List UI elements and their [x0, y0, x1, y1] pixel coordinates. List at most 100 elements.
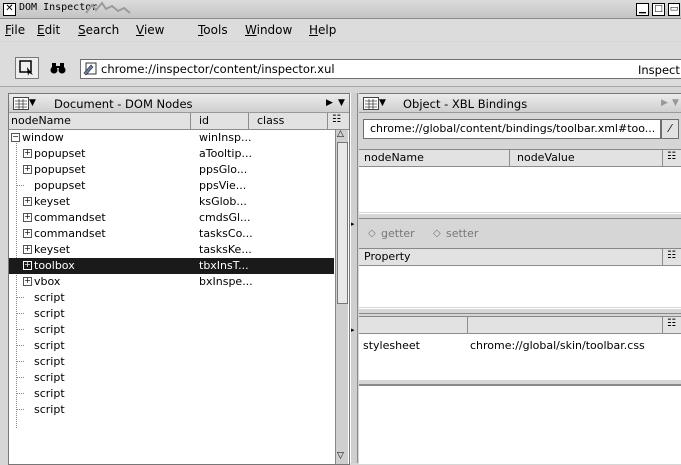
menu-bar: File Edit Search View Tools Window Help — [0, 19, 681, 41]
pane-forward-icon[interactable]: ▶ — [661, 98, 668, 108]
tree-row[interactable]: + vbox bxInspe... — [9, 274, 334, 290]
resource-value: chrome://global/skin/toolbar.css — [470, 339, 645, 352]
tree-row[interactable]: + popupset aTooltip... — [9, 146, 334, 162]
content-list: nodeName nodeValue ☷ — [359, 149, 681, 212]
url-input[interactable]: chrome://inspector/content/inspector.xul — [80, 59, 681, 79]
page-icon — [83, 62, 97, 76]
inspect-element-button[interactable] — [15, 57, 39, 79]
expand-twisty-icon[interactable]: + — [23, 165, 32, 174]
column-picker-icon[interactable]: ☷ — [667, 151, 676, 162]
menu-help[interactable]: Help — [309, 23, 336, 37]
pane-splitter[interactable]: ▸ ▸ — [350, 93, 358, 463]
expand-twisty-icon[interactable]: + — [23, 261, 32, 270]
node-name: keyset — [34, 243, 71, 256]
tree-row[interactable]: script — [9, 322, 334, 338]
window-restore-icon[interactable]: ▭ — [668, 3, 680, 16]
window-maximize-icon[interactable]: □ — [652, 3, 665, 16]
column-nodename[interactable]: nodeName — [364, 151, 424, 164]
binoculars-icon[interactable] — [50, 61, 66, 75]
tree-row[interactable]: script — [9, 338, 334, 354]
pane-menu-icon[interactable] — [363, 97, 379, 110]
expand-twisty-icon[interactable]: + — [23, 277, 32, 286]
property-filter: ◇ getter ◇ setter — [359, 221, 681, 251]
tree-row[interactable]: + keyset tasksKe... — [9, 242, 334, 258]
content-column-header: nodeName nodeValue ☷ — [359, 150, 681, 167]
tree-row[interactable]: + commandset tasksCo... — [9, 226, 334, 242]
node-name: script — [34, 339, 65, 352]
scroll-thumb[interactable] — [337, 142, 348, 304]
menu-view[interactable]: View — [136, 23, 164, 37]
tree-row[interactable]: + keyset ksGlob... — [9, 194, 334, 210]
expand-twisty-icon[interactable]: + — [23, 213, 32, 222]
tree-row[interactable]: script — [9, 370, 334, 386]
pane-menu-chevron-icon[interactable]: ▼ — [338, 98, 345, 108]
node-name: script — [34, 387, 65, 400]
column-class[interactable]: class — [257, 114, 284, 127]
tree-row[interactable]: script — [9, 386, 334, 402]
binding-dropdown-icon[interactable]: ⁄ — [661, 119, 679, 139]
tree-row[interactable]: script — [9, 402, 334, 418]
horizontal-splitter[interactable] — [359, 308, 681, 314]
pane-menu-chevron-icon[interactable]: ▼ — [672, 98, 679, 108]
dom-tree: − window winInsp... + popupset aTooltip... + po… — [9, 130, 334, 464]
setter-radio-icon[interactable]: ◇ — [433, 228, 441, 239]
resource-row[interactable]: stylesheet chrome://global/skin/toolbar.… — [359, 338, 681, 354]
inspect-button[interactable]: Inspect — [638, 63, 680, 77]
scroll-up-icon[interactable]: △ — [337, 129, 344, 139]
tree-branch-line — [17, 377, 24, 378]
node-name: script — [34, 323, 65, 336]
column-picker-icon[interactable]: ☷ — [332, 114, 341, 125]
node-name: keyset — [34, 195, 71, 208]
collapse-twisty-icon[interactable]: − — [11, 133, 20, 142]
expand-twisty-icon[interactable]: + — [23, 149, 32, 158]
tree-row[interactable]: + popupset ppsGlo... — [9, 162, 334, 178]
expand-twisty-icon[interactable]: + — [23, 229, 32, 238]
node-id: ppsGlo... — [199, 163, 248, 176]
column-separator — [662, 317, 663, 333]
tree-row[interactable]: script — [9, 306, 334, 322]
expand-twisty-icon[interactable]: + — [23, 197, 32, 206]
resource-column-header: ☷ — [359, 317, 681, 334]
tree-row[interactable]: + commandset cmdsGl... — [9, 210, 334, 226]
title-bar: ✕ DOM Inspector ▁ □ ▭ — [0, 0, 681, 19]
binding-select[interactable]: chrome://global/content/bindings/toolbar… — [363, 119, 661, 139]
column-nodevalue[interactable]: nodeValue — [517, 151, 575, 164]
horizontal-splitter[interactable] — [359, 213, 681, 219]
dom-nodes-pane: ▼ Document - DOM Nodes ▶ ▼ nodeName id c… — [8, 93, 350, 465]
column-separator — [662, 249, 663, 265]
chevron-down-icon[interactable]: ▼ — [29, 98, 36, 108]
node-name: script — [34, 307, 65, 320]
column-nodename[interactable]: nodeName — [11, 114, 71, 127]
menu-edit[interactable]: Edit — [37, 23, 60, 37]
menu-tools[interactable]: Tools — [198, 23, 228, 37]
node-name: script — [34, 371, 65, 384]
pane-forward-icon[interactable]: ▶ — [326, 98, 333, 108]
setter-label[interactable]: setter — [446, 227, 478, 240]
column-picker-icon[interactable]: ☷ — [667, 250, 676, 261]
dom-scrollbar[interactable]: △ ▽ — [335, 129, 348, 464]
tree-row[interactable]: script — [9, 354, 334, 370]
scroll-down-icon[interactable]: ▽ — [337, 451, 344, 461]
menu-search[interactable]: Search — [78, 23, 119, 37]
column-separator — [467, 317, 468, 333]
expand-twisty-icon[interactable]: + — [23, 245, 32, 254]
tree-row[interactable]: popupset ppsVie... — [9, 178, 334, 194]
column-id[interactable]: id — [199, 114, 209, 127]
tree-row[interactable]: + toolbox tbxInsT... — [9, 258, 334, 274]
tree-branch-line — [17, 345, 24, 346]
chevron-down-icon[interactable]: ▼ — [379, 98, 386, 108]
menu-file[interactable]: File — [5, 23, 25, 37]
window-minimize-icon[interactable]: ▁ — [636, 3, 649, 16]
tree-row[interactable]: script — [9, 290, 334, 306]
menu-window[interactable]: Window — [245, 23, 292, 37]
pane-menu-icon[interactable] — [13, 97, 29, 110]
window-close-icon[interactable]: ✕ — [3, 3, 16, 16]
tree-row[interactable]: − window winInsp... — [9, 130, 334, 146]
node-id: cmdsGl... — [199, 211, 251, 224]
getter-label[interactable]: getter — [381, 227, 415, 240]
tree-branch-line — [17, 409, 24, 410]
node-id: aTooltip... — [199, 147, 252, 160]
getter-radio-icon[interactable]: ◇ — [368, 228, 376, 239]
column-picker-icon[interactable]: ☷ — [667, 318, 676, 329]
column-property[interactable]: Property — [364, 250, 411, 263]
